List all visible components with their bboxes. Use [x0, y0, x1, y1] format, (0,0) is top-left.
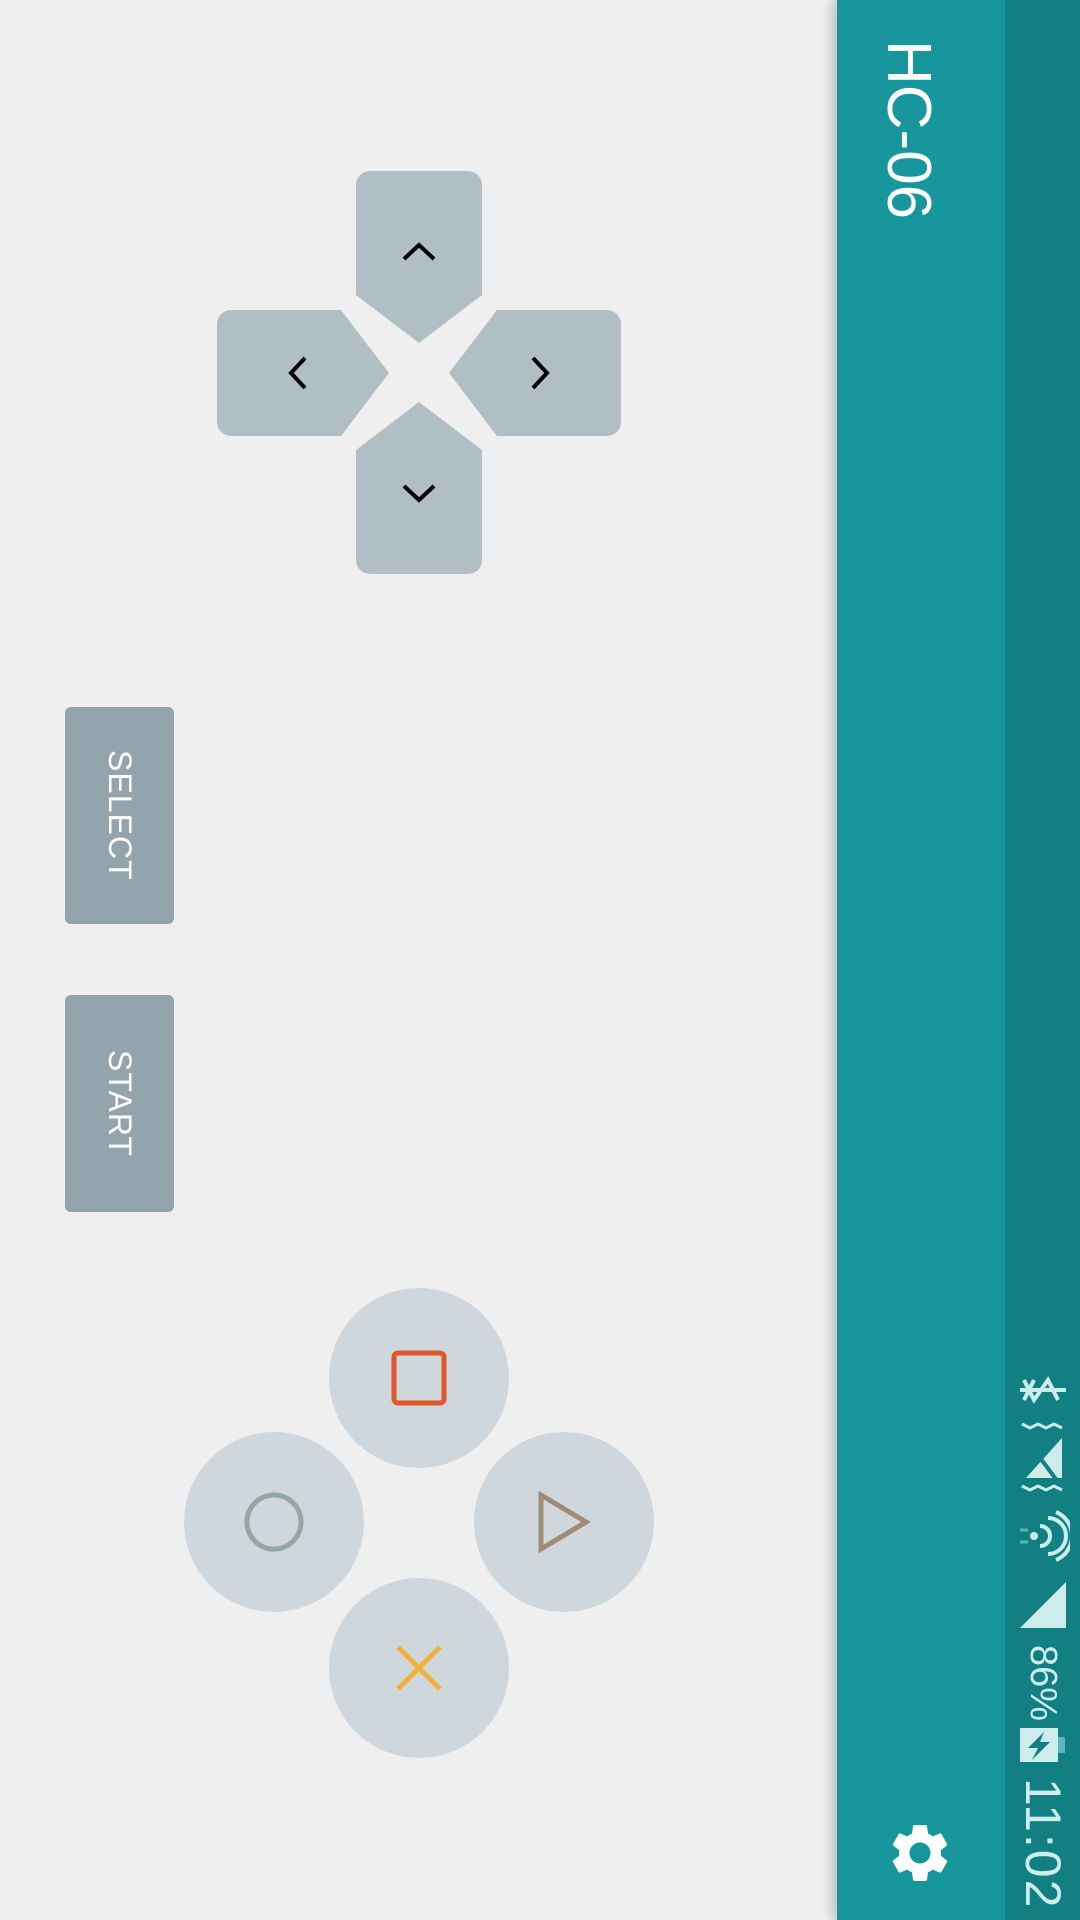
cell-signal-icon	[1018, 1580, 1068, 1630]
circle-button[interactable]	[184, 1432, 364, 1612]
wifi-icon	[1018, 1508, 1074, 1564]
start-label: START	[102, 1050, 138, 1157]
triangle-icon	[538, 1491, 591, 1553]
app-bar	[837, 0, 1005, 1920]
settings-gear-icon[interactable]	[885, 1818, 955, 1888]
cross-button[interactable]	[329, 1578, 509, 1758]
square-icon	[391, 1350, 447, 1406]
triangle-button[interactable]	[474, 1432, 654, 1612]
dpad-left-button[interactable]	[217, 310, 389, 436]
bluetooth-icon	[1018, 1370, 1068, 1410]
dpad-right-button[interactable]	[449, 310, 621, 436]
circle-icon	[244, 1492, 304, 1552]
clock: 11:02	[1015, 1778, 1071, 1910]
no-signal-icon	[1018, 1420, 1068, 1492]
select-button[interactable]: SELECT	[65, 707, 174, 924]
app-title: HC-06	[874, 40, 943, 220]
battery-percentage: 86%	[1022, 1645, 1064, 1722]
status-bar	[1005, 0, 1080, 1920]
square-button[interactable]	[329, 1288, 509, 1468]
select-label: SELECT	[102, 750, 138, 881]
start-button[interactable]: START	[65, 995, 174, 1212]
cross-icon	[396, 1645, 442, 1691]
battery-charging-icon	[1018, 1724, 1068, 1766]
